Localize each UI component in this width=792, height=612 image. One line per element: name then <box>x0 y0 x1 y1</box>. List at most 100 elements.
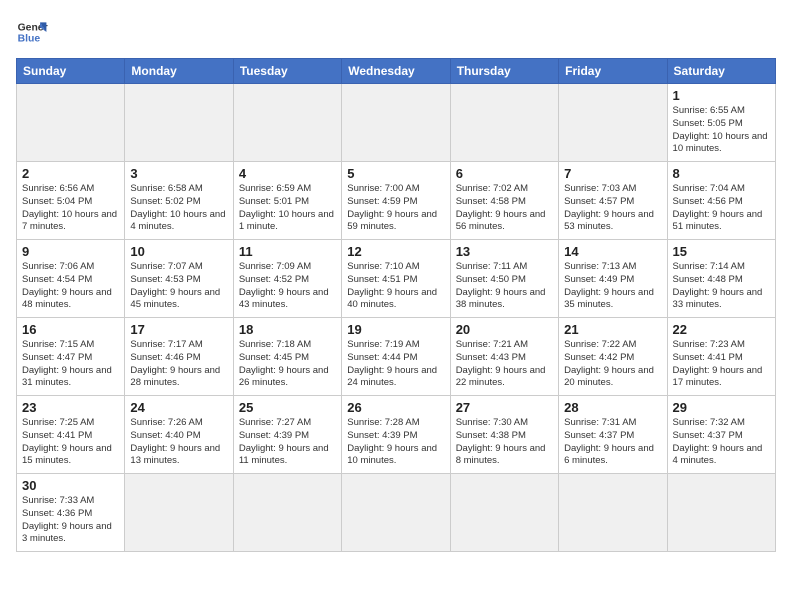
calendar-cell <box>342 474 450 552</box>
calendar-cell <box>559 84 667 162</box>
day-info: Sunrise: 7:13 AM Sunset: 4:49 PM Dayligh… <box>564 261 661 312</box>
day-number: 18 <box>239 322 336 337</box>
day-number: 10 <box>130 244 227 259</box>
calendar-cell: 22 Sunrise: 7:23 AM Sunset: 4:41 PM Dayli… <box>667 318 775 396</box>
weekday-header: Wednesday <box>342 59 450 84</box>
calendar-cell: 13 Sunrise: 7:11 AM Sunset: 4:50 PM Dayli… <box>450 240 558 318</box>
calendar-cell <box>450 474 558 552</box>
day-number: 25 <box>239 400 336 415</box>
calendar-cell: 1 Sunrise: 6:55 AM Sunset: 5:05 PM Daylig… <box>667 84 775 162</box>
day-number: 14 <box>564 244 661 259</box>
calendar-cell: 24 Sunrise: 7:26 AM Sunset: 4:40 PM Dayli… <box>125 396 233 474</box>
day-number: 22 <box>673 322 770 337</box>
calendar-cell <box>125 84 233 162</box>
calendar-cell: 19 Sunrise: 7:19 AM Sunset: 4:44 PM Dayli… <box>342 318 450 396</box>
calendar-cell: 11Sunrise: 7:09 AM Sunset: 4:52 PM Dayli… <box>233 240 341 318</box>
day-info: Sunrise: 7:26 AM Sunset: 4:40 PM Dayligh… <box>130 417 227 468</box>
calendar-cell: 18Sunrise: 7:18 AM Sunset: 4:45 PM Dayli… <box>233 318 341 396</box>
page-header: General Blue <box>16 16 776 48</box>
calendar-cell: 10 Sunrise: 7:07 AM Sunset: 4:53 PM Dayli… <box>125 240 233 318</box>
day-number: 24 <box>130 400 227 415</box>
calendar-cell: 29 Sunrise: 7:32 AM Sunset: 4:37 PM Dayli… <box>667 396 775 474</box>
day-number: 7 <box>564 166 661 181</box>
day-info: Sunrise: 7:27 AM Sunset: 4:39 PM Dayligh… <box>239 417 336 468</box>
day-number: 30 <box>22 478 119 493</box>
day-info: Sunrise: 7:25 AM Sunset: 4:41 PM Dayligh… <box>22 417 119 468</box>
day-number: 29 <box>673 400 770 415</box>
day-info: Sunrise: 7:21 AM Sunset: 4:43 PM Dayligh… <box>456 339 553 390</box>
weekday-header: Saturday <box>667 59 775 84</box>
calendar-cell: 20Sunrise: 7:21 AM Sunset: 4:43 PM Dayli… <box>450 318 558 396</box>
day-info: Sunrise: 7:02 AM Sunset: 4:58 PM Dayligh… <box>456 183 553 234</box>
day-number: 2 <box>22 166 119 181</box>
day-info: Sunrise: 7:22 AM Sunset: 4:42 PM Dayligh… <box>564 339 661 390</box>
day-info: Sunrise: 7:06 AM Sunset: 4:54 PM Dayligh… <box>22 261 119 312</box>
calendar-cell: 15 Sunrise: 7:14 AM Sunset: 4:48 PM Dayli… <box>667 240 775 318</box>
day-info: Sunrise: 7:23 AM Sunset: 4:41 PM Dayligh… <box>673 339 770 390</box>
day-info: Sunrise: 7:07 AM Sunset: 4:53 PM Dayligh… <box>130 261 227 312</box>
calendar-cell <box>125 474 233 552</box>
day-number: 15 <box>673 244 770 259</box>
calendar-cell: 16 Sunrise: 7:15 AM Sunset: 4:47 PM Dayli… <box>17 318 125 396</box>
calendar-week-row: 16 Sunrise: 7:15 AM Sunset: 4:47 PM Dayli… <box>17 318 776 396</box>
weekday-header: Monday <box>125 59 233 84</box>
day-info: Sunrise: 7:28 AM Sunset: 4:39 PM Dayligh… <box>347 417 444 468</box>
logo-icon: General Blue <box>16 16 48 48</box>
day-info: Sunrise: 6:59 AM Sunset: 5:01 PM Dayligh… <box>239 183 336 234</box>
calendar-cell: 2 Sunrise: 6:56 AM Sunset: 5:04 PM Daylig… <box>17 162 125 240</box>
day-number: 6 <box>456 166 553 181</box>
calendar-cell: 26 Sunrise: 7:28 AM Sunset: 4:39 PM Dayli… <box>342 396 450 474</box>
day-info: Sunrise: 7:11 AM Sunset: 4:50 PM Dayligh… <box>456 261 553 312</box>
day-number: 27 <box>456 400 553 415</box>
day-info: Sunrise: 7:03 AM Sunset: 4:57 PM Dayligh… <box>564 183 661 234</box>
calendar-cell: 14 Sunrise: 7:13 AM Sunset: 4:49 PM Dayli… <box>559 240 667 318</box>
day-number: 8 <box>673 166 770 181</box>
day-info: Sunrise: 7:32 AM Sunset: 4:37 PM Dayligh… <box>673 417 770 468</box>
day-number: 13 <box>456 244 553 259</box>
day-number: 16 <box>22 322 119 337</box>
logo: General Blue <box>16 16 52 48</box>
calendar-week-row: 23 Sunrise: 7:25 AM Sunset: 4:41 PM Dayli… <box>17 396 776 474</box>
day-number: 3 <box>130 166 227 181</box>
calendar-cell: 28 Sunrise: 7:31 AM Sunset: 4:37 PM Dayli… <box>559 396 667 474</box>
day-number: 5 <box>347 166 444 181</box>
weekday-header: Sunday <box>17 59 125 84</box>
day-number: 28 <box>564 400 661 415</box>
day-number: 26 <box>347 400 444 415</box>
day-info: Sunrise: 7:15 AM Sunset: 4:47 PM Dayligh… <box>22 339 119 390</box>
day-info: Sunrise: 7:17 AM Sunset: 4:46 PM Dayligh… <box>130 339 227 390</box>
day-info: Sunrise: 7:19 AM Sunset: 4:44 PM Dayligh… <box>347 339 444 390</box>
day-number: 19 <box>347 322 444 337</box>
calendar-cell: 25 Sunrise: 7:27 AM Sunset: 4:39 PM Dayli… <box>233 396 341 474</box>
day-info: Sunrise: 7:10 AM Sunset: 4:51 PM Dayligh… <box>347 261 444 312</box>
calendar-cell: 5 Sunrise: 7:00 AM Sunset: 4:59 PM Daylig… <box>342 162 450 240</box>
day-info: Sunrise: 7:31 AM Sunset: 4:37 PM Dayligh… <box>564 417 661 468</box>
day-number: 21 <box>564 322 661 337</box>
calendar-cell: 6 Sunrise: 7:02 AM Sunset: 4:58 PM Daylig… <box>450 162 558 240</box>
calendar-cell <box>667 474 775 552</box>
day-info: Sunrise: 7:14 AM Sunset: 4:48 PM Dayligh… <box>673 261 770 312</box>
day-number: 12 <box>347 244 444 259</box>
day-info: Sunrise: 6:56 AM Sunset: 5:04 PM Dayligh… <box>22 183 119 234</box>
day-info: Sunrise: 7:04 AM Sunset: 4:56 PM Dayligh… <box>673 183 770 234</box>
weekday-header: Tuesday <box>233 59 341 84</box>
calendar-cell <box>233 474 341 552</box>
day-info: Sunrise: 7:30 AM Sunset: 4:38 PM Dayligh… <box>456 417 553 468</box>
day-info: Sunrise: 6:58 AM Sunset: 5:02 PM Dayligh… <box>130 183 227 234</box>
calendar-cell <box>342 84 450 162</box>
day-info: Sunrise: 7:00 AM Sunset: 4:59 PM Dayligh… <box>347 183 444 234</box>
weekday-header-row: SundayMondayTuesdayWednesdayThursdayFrid… <box>17 59 776 84</box>
calendar-cell: 17Sunrise: 7:17 AM Sunset: 4:46 PM Dayli… <box>125 318 233 396</box>
calendar-week-row: 9Sunrise: 7:06 AM Sunset: 4:54 PM Daylig… <box>17 240 776 318</box>
day-info: Sunrise: 6:55 AM Sunset: 5:05 PM Dayligh… <box>673 105 770 156</box>
svg-text:Blue: Blue <box>18 34 41 45</box>
calendar-cell: 12 Sunrise: 7:10 AM Sunset: 4:51 PM Dayli… <box>342 240 450 318</box>
calendar-week-row: 30Sunrise: 7:33 AM Sunset: 4:36 PM Dayli… <box>17 474 776 552</box>
calendar-week-row: 1 Sunrise: 6:55 AM Sunset: 5:05 PM Daylig… <box>17 84 776 162</box>
day-number: 23 <box>22 400 119 415</box>
day-number: 11 <box>239 244 336 259</box>
calendar-cell: 23 Sunrise: 7:25 AM Sunset: 4:41 PM Dayli… <box>17 396 125 474</box>
calendar-cell <box>233 84 341 162</box>
calendar-week-row: 2 Sunrise: 6:56 AM Sunset: 5:04 PM Daylig… <box>17 162 776 240</box>
day-number: 1 <box>673 88 770 103</box>
